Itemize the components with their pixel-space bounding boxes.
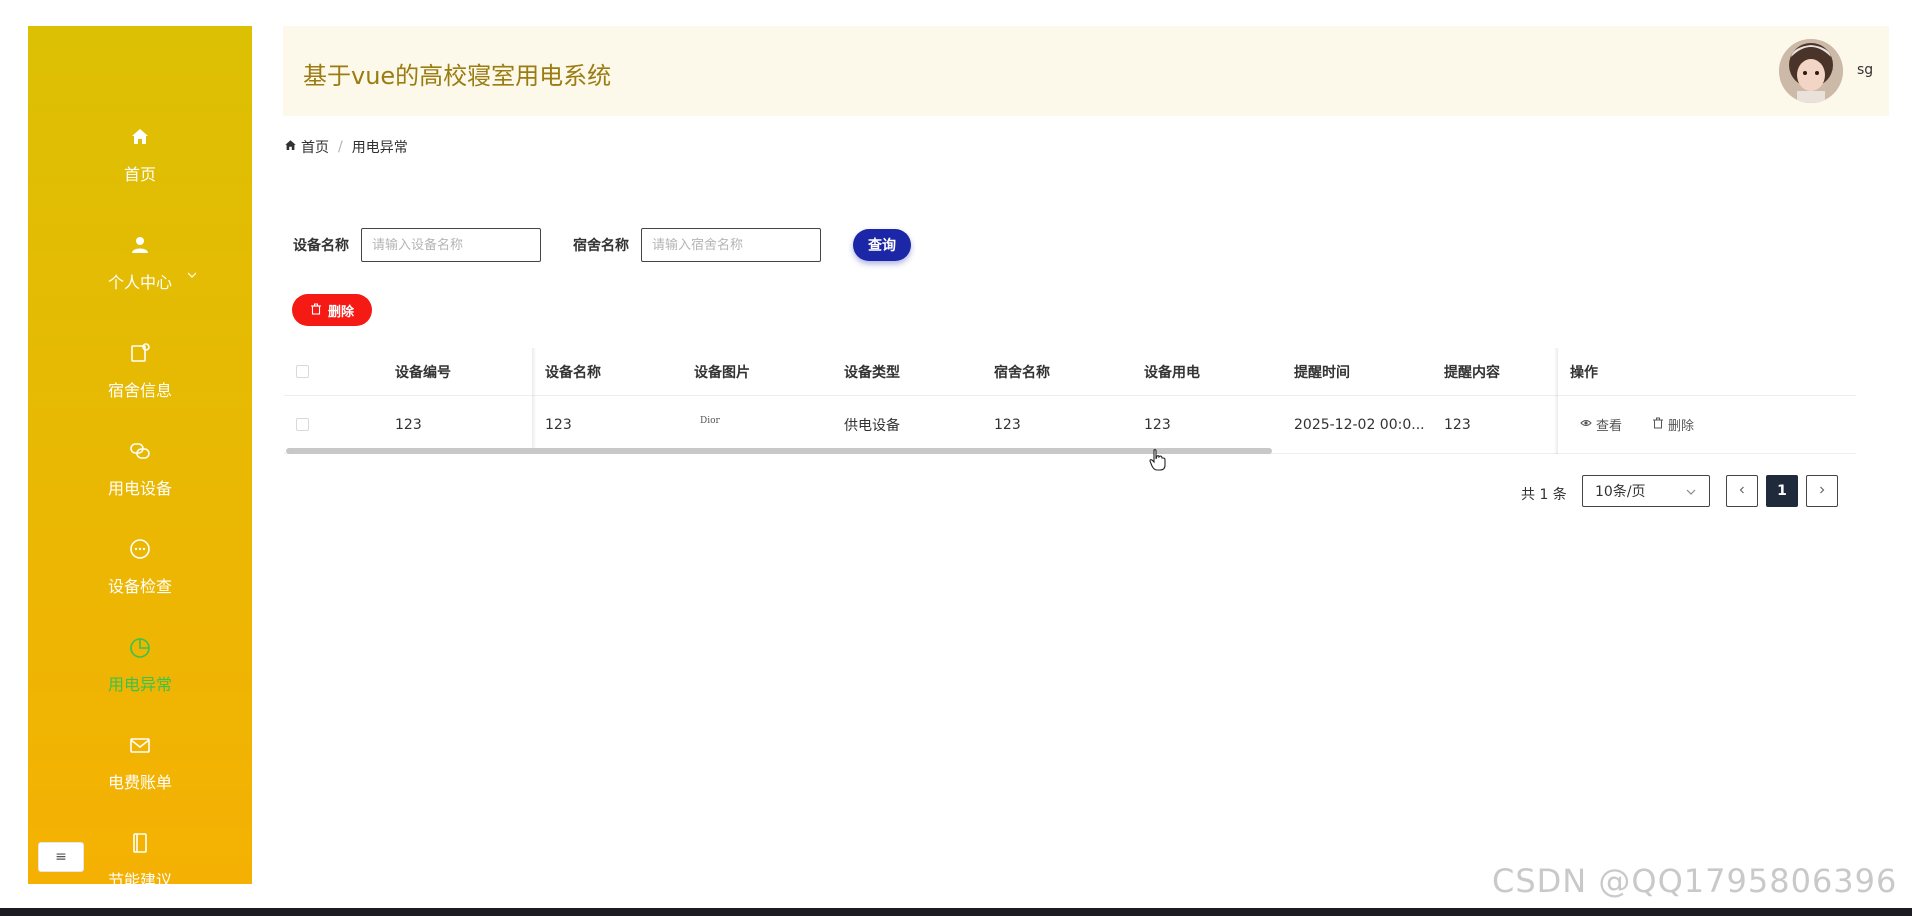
fixed-column-shadow (532, 348, 536, 454)
dorm-name-label: 宿舍名称 (573, 238, 629, 254)
batch-delete-button[interactable]: 删除 (292, 294, 372, 326)
hand-cursor-icon (1148, 448, 1168, 476)
sidebar: 首页 个人中心 宿舍信息 用电设备 设备检查 用电异常 电费账单 节能建议 ≡ (28, 26, 252, 884)
cell-remind-content: 123 (1444, 416, 1471, 433)
page-size-select[interactable]: 10条/页 (1582, 475, 1710, 507)
mail-icon (128, 733, 152, 757)
sidebar-item-label: 电费账单 (107, 773, 172, 792)
avatar[interactable] (1779, 39, 1843, 103)
sidebar-item-home[interactable]: 首页 (28, 106, 252, 204)
view-label: 查看 (1596, 419, 1623, 434)
sidebar-item-label: 首页 (123, 165, 156, 184)
column-header: 操作 (1570, 364, 1598, 381)
fixed-column-shadow (1554, 348, 1558, 454)
cell-dorm-name: 123 (994, 416, 1021, 433)
chevron-left-icon (1737, 483, 1747, 499)
header: 基于vue的高校寝室用电系统 sg (283, 26, 1889, 116)
collapse-sidebar-button[interactable]: ≡ (38, 842, 84, 872)
username[interactable]: sg (1857, 62, 1873, 78)
sidebar-item-label: 用电异常 (107, 675, 172, 694)
bottom-edge (0, 908, 1912, 916)
trash-icon (1652, 417, 1664, 433)
link-icon (128, 439, 152, 463)
column-header[interactable]: 设备编号 (395, 348, 451, 395)
cell-actions: 查看 删除 (1580, 396, 1724, 453)
sidebar-item-profile[interactable]: 个人中心 (28, 214, 252, 312)
breadcrumb-home[interactable]: 首页 (284, 137, 329, 157)
prev-page-button[interactable] (1726, 475, 1758, 507)
device-name-label: 设备名称 (293, 238, 349, 254)
column-header[interactable]: 设备类型 (844, 348, 900, 395)
horizontal-scrollbar[interactable] (286, 448, 1272, 454)
cell-remind-time: 2025-12-02 00:0... (1294, 416, 1425, 433)
breadcrumb: 首页 / 用电异常 (284, 137, 408, 157)
user-icon (128, 233, 152, 257)
pagination-total: 共 1 条 (1521, 487, 1567, 503)
device-name-input[interactable] (361, 228, 541, 262)
chat-icon (128, 537, 152, 561)
sidebar-item-anomaly[interactable]: 用电异常 (28, 616, 252, 714)
sidebar-item-label: 设备检查 (107, 577, 172, 596)
select-all-checkbox[interactable] (296, 348, 309, 395)
cell-device-code: 123 (395, 416, 422, 433)
row-delete-button[interactable]: 删除 (1652, 415, 1694, 434)
column-header[interactable]: 设备用电 (1144, 348, 1200, 395)
sidebar-item-label: 节能建议 (107, 871, 172, 884)
watermark: CSDN @QQ1795806396 (1492, 862, 1898, 900)
cell-device-name: 123 (545, 416, 572, 433)
table-header: 设备编号 设备名称 设备图片 设备类型 宿舍名称 设备用电 提醒时间 提醒内容 … (284, 348, 1856, 396)
view-button[interactable]: 查看 (1580, 415, 1622, 434)
column-header[interactable]: 设备图片 (694, 348, 750, 395)
dorm-name-input[interactable] (641, 228, 821, 262)
breadcrumb-home-label: 首页 (301, 140, 329, 156)
home-icon (128, 125, 152, 149)
app-title: 基于vue的高校寝室用电系统 (303, 62, 612, 90)
row-delete-label: 删除 (1668, 419, 1695, 434)
column-header[interactable]: 宿舍名称 (994, 348, 1050, 395)
breadcrumb-current: 用电异常 (351, 140, 408, 156)
page-number-current[interactable]: 1 (1766, 475, 1798, 507)
column-header[interactable]: 提醒内容 (1444, 348, 1500, 395)
cell-device-image[interactable]: Dior (700, 396, 720, 453)
chevron-down-icon (1685, 486, 1697, 502)
query-button[interactable]: 查询 (853, 229, 911, 261)
next-page-button[interactable] (1806, 475, 1838, 507)
column-header[interactable]: 设备名称 (545, 348, 601, 395)
chevron-right-icon (1817, 483, 1827, 499)
chevron-down-icon (186, 266, 198, 278)
row-checkbox[interactable] (296, 396, 309, 453)
cell-device-power: 123 (1144, 416, 1171, 433)
sidebar-item-label: 个人中心 (107, 273, 172, 292)
sidebar-item-label: 宿舍信息 (107, 381, 172, 400)
notebook-icon (128, 831, 152, 855)
eye-icon (1580, 417, 1592, 433)
sidebar-item-label: 用电设备 (107, 479, 172, 498)
batch-delete-label: 删除 (327, 303, 354, 319)
column-header[interactable]: 提醒时间 (1294, 348, 1350, 395)
page-size-value: 10条/页 (1595, 484, 1646, 500)
trash-icon (310, 303, 322, 318)
sidebar-item-bills[interactable]: 电费账单 (28, 714, 252, 812)
pie-chart-icon (128, 635, 152, 659)
breadcrumb-separator: / (338, 139, 343, 155)
sidebar-item-inspection[interactable]: 设备检查 (28, 518, 252, 616)
table-row: 123 123 Dior 供电设备 123 123 2025-12-02 00:… (284, 396, 1856, 454)
sidebar-item-devices[interactable]: 用电设备 (28, 420, 252, 518)
sidebar-item-dorm[interactable]: 宿舍信息 (28, 322, 252, 420)
cell-device-type: 供电设备 (844, 417, 900, 434)
home-icon (284, 139, 297, 156)
document-icon (128, 341, 152, 365)
